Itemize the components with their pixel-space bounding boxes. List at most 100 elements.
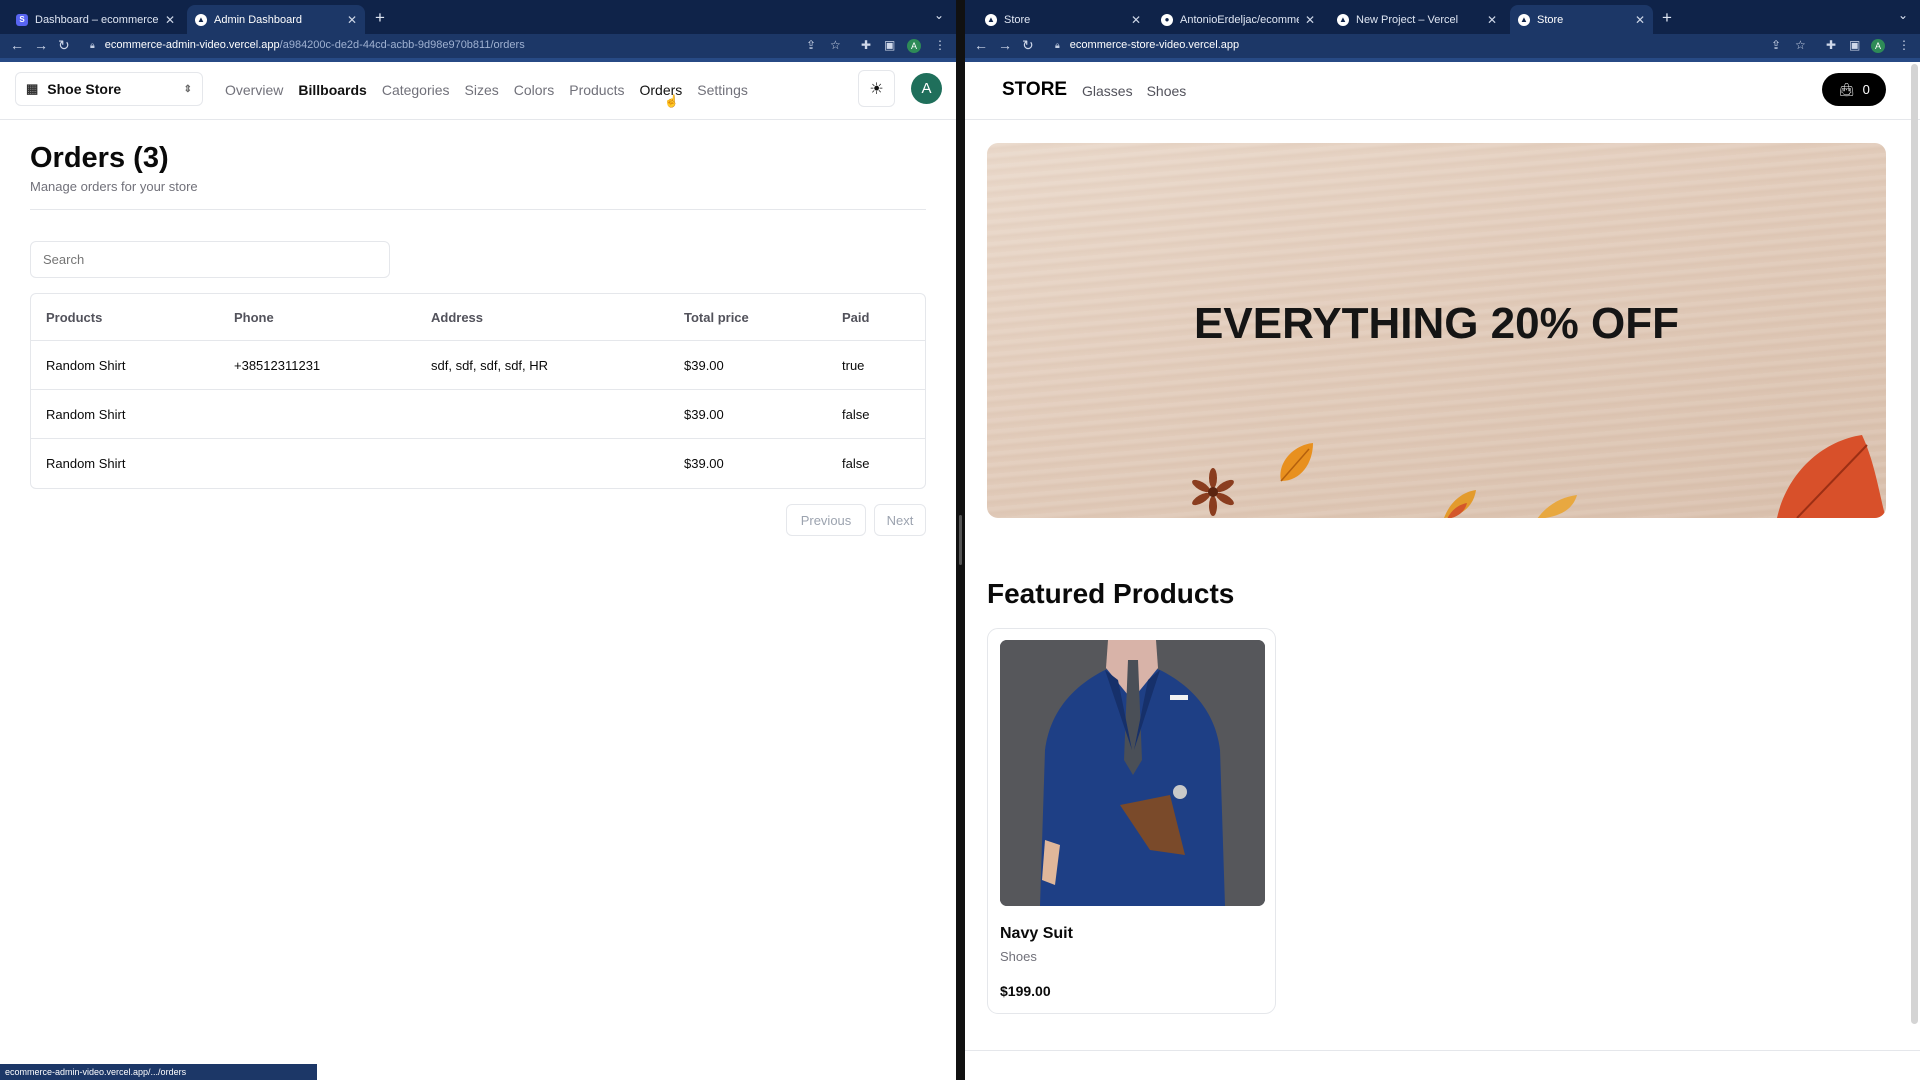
nav-products[interactable]: Products	[569, 82, 624, 98]
cell-total-price: $39.00	[684, 406, 724, 422]
nav-overview[interactable]: Overview	[225, 82, 283, 98]
cell-phone: +38512311231	[234, 357, 321, 373]
address-bar[interactable]: 🔒︎ ecommerce-store-video.vercel.app	[1055, 39, 1239, 51]
search-input[interactable]	[30, 241, 390, 278]
table-header-row: Products Phone Address Total price Paid	[31, 294, 925, 341]
nav-glasses[interactable]: Glasses	[1082, 83, 1133, 99]
cart-button[interactable]: 👜︎ 0	[1822, 73, 1886, 106]
tab-admin-dashboard[interactable]: ▲ Admin Dashboard ✕	[187, 5, 365, 34]
bookmark-star-icon[interactable]: ☆	[830, 38, 841, 52]
menu-icon[interactable]: ⋮	[1898, 38, 1910, 52]
nav-shoes[interactable]: Shoes	[1147, 83, 1187, 99]
cart-count: 0	[1862, 82, 1870, 97]
store-switcher[interactable]: ▦ Shoe Store ⇕	[15, 72, 203, 106]
side-panel-icon[interactable]: ▣	[1849, 38, 1860, 52]
billboard-text: EVERYTHING 20% OFF	[1194, 299, 1679, 348]
new-tab-icon[interactable]: +	[375, 8, 385, 28]
menu-icon[interactable]: ⋮	[934, 38, 946, 52]
small-leaf-icon	[1447, 503, 1467, 518]
close-icon[interactable]: ✕	[1305, 13, 1315, 27]
close-icon[interactable]: ✕	[1487, 13, 1497, 27]
lock-icon: 🔒︎	[1055, 40, 1060, 50]
billboard-banner: EVERYTHING 20% OFF	[987, 143, 1886, 518]
column-header-paid: Paid	[842, 309, 870, 325]
extensions-icon[interactable]: ✚	[861, 38, 871, 52]
split-view-divider[interactable]	[956, 0, 965, 1080]
side-panel-icon[interactable]: ▣	[884, 38, 895, 52]
profile-avatar[interactable]: A	[1871, 39, 1885, 53]
nav-colors[interactable]: Colors	[514, 82, 554, 98]
status-bar-url: ecommerce-admin-video.vercel.app/.../ord…	[0, 1064, 317, 1080]
nav-billboards[interactable]: Billboards	[298, 82, 366, 98]
close-icon[interactable]: ✕	[165, 13, 175, 27]
chevron-up-down-icon: ⇕	[183, 83, 192, 95]
nav-categories[interactable]: Categories	[382, 82, 450, 98]
cell-paid: false	[842, 406, 870, 422]
page-title: Orders (3)	[30, 142, 169, 174]
cell-products: Random Shirt	[46, 357, 126, 373]
page-subtitle: Manage orders for your store	[30, 179, 198, 194]
resize-handle[interactable]	[959, 515, 962, 565]
close-icon[interactable]: ✕	[1635, 13, 1645, 27]
store-logo[interactable]: STORE	[1002, 79, 1067, 101]
nav-sizes[interactable]: Sizes	[465, 82, 499, 98]
product-name: Navy Suit	[1000, 925, 1073, 942]
close-icon[interactable]: ✕	[1131, 13, 1141, 27]
column-header-phone: Phone	[234, 309, 274, 325]
tab-vercel[interactable]: ▲ New Project – Vercel ✕	[1329, 5, 1505, 34]
shopping-bag-icon: 👜︎	[1838, 81, 1855, 97]
tab-title: Admin Dashboard	[214, 13, 303, 26]
store-browser-window: ▲ Store ✕ ● AntonioErdeljac/ecommerce-s …	[965, 0, 1920, 1080]
cell-address: sdf, sdf, sdf, sdf, HR	[431, 357, 549, 373]
product-price: $199.00	[1000, 983, 1051, 999]
chevron-down-icon[interactable]: ⌄	[934, 8, 944, 22]
extensions-icon[interactable]: ✚	[1826, 38, 1836, 52]
tab-title: Dashboard – ecommerce-adm	[35, 13, 159, 26]
tab-title: Store	[1004, 13, 1031, 26]
store-navbar: STORE Glasses Shoes 👜︎ 0	[965, 62, 1920, 120]
theme-toggle-button[interactable]: ☀	[858, 70, 895, 107]
address-bar[interactable]: 🔒︎ ecommerce-admin-video.vercel.app/a9842…	[90, 39, 525, 51]
next-button[interactable]: Next	[874, 504, 926, 536]
lock-icon: 🔒︎	[90, 40, 95, 50]
favicon-icon: ▲	[985, 13, 997, 26]
bookmark-star-icon[interactable]: ☆	[1795, 38, 1806, 52]
sun-icon: ☀	[869, 80, 884, 98]
chevron-down-icon[interactable]: ⌄	[1898, 8, 1908, 22]
cell-total-price: $39.00	[684, 357, 724, 373]
store-nav-links: Glasses Shoes	[1082, 83, 1186, 99]
tab-dashboard[interactable]: S Dashboard – ecommerce-adm ✕	[8, 5, 183, 34]
user-avatar[interactable]: A	[911, 73, 942, 104]
share-icon[interactable]: ⇪	[1771, 38, 1781, 52]
cell-total-price: $39.00	[684, 456, 724, 471]
close-icon[interactable]: ✕	[347, 13, 357, 27]
back-icon[interactable]: ←	[974, 37, 988, 53]
tab-store[interactable]: ▲ Store ✕	[977, 5, 1149, 34]
url-domain: ecommerce-store-video.vercel.app	[1069, 39, 1240, 51]
navy-suit-image	[1000, 640, 1265, 906]
reload-icon[interactable]: ↻	[1022, 37, 1034, 54]
profile-avatar[interactable]: A	[907, 39, 921, 53]
cell-products: Random Shirt	[46, 406, 126, 422]
product-image[interactable]	[1000, 640, 1265, 906]
store-switcher-label: Shoe Store	[47, 81, 122, 97]
previous-button[interactable]: Previous	[786, 504, 866, 536]
cell-products: Random Shirt	[46, 456, 126, 471]
tab-store-active[interactable]: ▲ Store ✕	[1510, 5, 1653, 34]
product-card[interactable]: Navy Suit Shoes $199.00	[987, 628, 1276, 1014]
table-row: Random Shirt $39.00 false	[31, 390, 925, 439]
tab-title: Store	[1537, 13, 1564, 26]
new-tab-icon[interactable]: +	[1662, 8, 1672, 28]
nav-settings[interactable]: Settings	[697, 82, 748, 98]
url-path: /a984200c-de2d-44cd-acbb-9d98e970b811/or…	[279, 39, 525, 51]
scrollbar[interactable]	[1911, 64, 1918, 1024]
column-header-total-price: Total price	[684, 309, 749, 325]
forward-icon[interactable]: →	[34, 37, 48, 53]
tab-github[interactable]: ● AntonioErdeljac/ecommerce-s ✕	[1153, 5, 1323, 34]
forward-icon[interactable]: →	[998, 37, 1012, 53]
share-icon[interactable]: ⇪	[806, 38, 816, 52]
back-icon[interactable]: ←	[10, 37, 24, 53]
favicon-icon: ▲	[1337, 13, 1349, 26]
reload-icon[interactable]: ↻	[58, 37, 70, 54]
pointer-cursor-icon: ☝	[664, 94, 679, 108]
